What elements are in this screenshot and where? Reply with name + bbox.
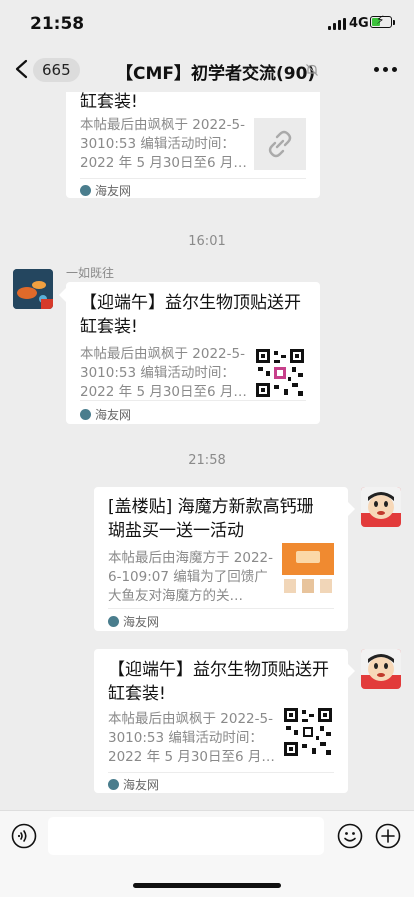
my-avatar[interactable]: [361, 487, 401, 527]
qr-code-image: [254, 347, 306, 399]
plus-icon[interactable]: [375, 823, 401, 849]
bubble-tail: [59, 288, 66, 302]
link-icon: [254, 118, 306, 170]
chat-messages[interactable]: 缸套装! 本帖最后由飒枫于 2022-5-3010:53 编辑活动时间：2022…: [0, 92, 414, 810]
battery-icon: ⚡: [370, 13, 392, 28]
message-input[interactable]: [48, 817, 324, 855]
card-source-label: 海友网: [123, 615, 160, 629]
source-logo-icon: [80, 185, 91, 196]
product-image: [282, 543, 334, 595]
link-card-message[interactable]: 【迎端午】益尔生物顶贴送开缸套装! 本帖最后由飒枫于 2022-5-3010:5…: [94, 649, 348, 793]
link-card-message[interactable]: 缸套装! 本帖最后由飒枫于 2022-5-3010:53 编辑活动时间：2022…: [66, 92, 320, 198]
status-time: 21:58: [30, 14, 85, 34]
card-description: 本帖最后由飒枫于 2022-5-3010:53 编辑活动时间：2022 年 5 …: [80, 117, 247, 171]
voice-input-icon[interactable]: [11, 823, 37, 849]
network-type: 4G: [349, 16, 369, 31]
card-title: 缸套装!: [80, 92, 138, 112]
emoji-icon[interactable]: [337, 823, 363, 849]
chat-header: 665 【CMF】初学者交流(90): [0, 48, 414, 92]
source-logo-icon: [108, 616, 119, 627]
card-divider: [108, 772, 334, 773]
message-timestamp: 16:01: [188, 234, 226, 249]
mute-bell-icon: [306, 64, 318, 76]
home-indicator[interactable]: [133, 883, 281, 888]
card-source-label: 海友网: [123, 778, 160, 792]
link-card-message[interactable]: [盖楼贴] 海魔方新款高钙珊 瑚盐买一送一活动 本帖最后由海魔方于 2022-6…: [94, 487, 348, 631]
card-description: 本帖最后由飒枫于 2022-5-3010:53 编辑活动时间：2022 年 5 …: [80, 346, 247, 400]
status-bar: 21:58 4G ⚡: [0, 0, 414, 48]
more-options-icon[interactable]: [374, 67, 398, 73]
sender-name: 一如既往: [66, 266, 115, 280]
source-logo-icon: [108, 779, 119, 790]
message-timestamp: 21:58: [188, 453, 226, 468]
card-title: 【迎端午】益尔生物顶贴送开缸套装!: [108, 660, 329, 704]
card-title: 【迎端午】益尔生物顶贴送开缸套装!: [80, 293, 301, 337]
card-title: [盖楼贴] 海魔方新款高钙珊 瑚盐买一送一活动: [108, 497, 314, 541]
card-description: 本帖最后由飒枫于 2022-5-3010:53 编辑活动时间：2022 年 5 …: [108, 711, 275, 765]
signal-icon: [328, 18, 346, 30]
unread-count-badge[interactable]: 665: [33, 58, 80, 82]
card-divider: [80, 400, 306, 401]
card-description: 本帖最后由海魔方于 2022-6-109:07 编辑为了回馈广大鱼友对海魔方的关…: [108, 550, 274, 604]
card-source: 海友网: [108, 776, 159, 793]
card-source: 海友网: [108, 613, 159, 630]
card-source: 海友网: [80, 406, 131, 423]
sender-avatar[interactable]: [13, 269, 53, 309]
card-divider: [108, 608, 334, 609]
card-source: 海友网: [80, 182, 131, 199]
card-source-label: 海友网: [95, 408, 132, 422]
chat-title[interactable]: 【CMF】初学者交流(90): [116, 59, 315, 84]
my-avatar[interactable]: [361, 649, 401, 689]
battery-cap-icon: [393, 20, 395, 25]
bubble-tail: [348, 502, 355, 516]
card-source-label: 海友网: [95, 184, 132, 198]
source-logo-icon: [80, 409, 91, 420]
link-card-message[interactable]: 【迎端午】益尔生物顶贴送开缸套装! 本帖最后由飒枫于 2022-5-3010:5…: [66, 282, 320, 424]
bubble-tail: [348, 664, 355, 678]
qr-code-image: [282, 706, 334, 758]
back-arrow-icon[interactable]: [12, 58, 32, 80]
input-bar: [0, 810, 414, 897]
card-divider: [80, 178, 306, 179]
